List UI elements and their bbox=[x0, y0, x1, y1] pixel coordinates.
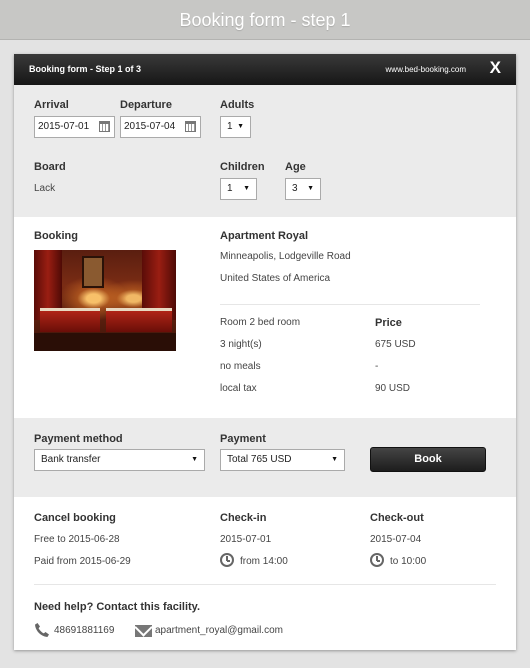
divider bbox=[220, 304, 480, 305]
phone-icon bbox=[35, 623, 49, 637]
age-value: 3 bbox=[292, 183, 298, 194]
line-item: no meals bbox=[220, 361, 261, 372]
free-cancel-text: Free to 2015-06-28 bbox=[34, 534, 120, 545]
line-price: - bbox=[375, 361, 379, 372]
checkout-label: Check-out bbox=[370, 512, 424, 524]
price-heading: Price bbox=[375, 317, 402, 329]
checkin-date: 2015-07-01 bbox=[220, 534, 272, 545]
payment-section: Payment method Bank transfer ▼ Payment T… bbox=[14, 418, 516, 497]
checkin-label: Check-in bbox=[220, 512, 267, 524]
address-line2: United States of America bbox=[220, 273, 331, 284]
calendar-icon[interactable] bbox=[99, 121, 110, 132]
clock-icon bbox=[370, 553, 384, 567]
mail-icon bbox=[135, 625, 152, 637]
age-select[interactable]: 3 ▼ bbox=[285, 178, 321, 200]
payment-method-value: Bank transfer bbox=[41, 454, 101, 465]
divider bbox=[34, 584, 496, 585]
payment-method-label: Payment method bbox=[34, 433, 123, 445]
contact-email[interactable]: apartment_royal@gmail.com bbox=[155, 625, 283, 636]
cancel-heading: Cancel booking bbox=[34, 512, 116, 524]
line-item: Room 2 bed room bbox=[220, 317, 301, 328]
address-line1: Minneapolis, Lodgeville Road bbox=[220, 251, 351, 262]
adults-select[interactable]: 1 ▼ bbox=[220, 116, 251, 138]
chevron-down-icon: ▼ bbox=[191, 456, 198, 463]
contact-phone[interactable]: 48691881169 bbox=[54, 625, 114, 636]
board-label: Board bbox=[34, 161, 66, 173]
booking-section: Booking Apartment Royal Minneapolis, Lod… bbox=[14, 217, 516, 418]
departure-date-input[interactable]: 2015-07-04 bbox=[120, 116, 201, 138]
adults-value: 1 bbox=[227, 121, 233, 132]
checkout-time: to 10:00 bbox=[390, 556, 427, 567]
page-header: Booking form - step 1 bbox=[0, 0, 530, 40]
close-icon[interactable]: X bbox=[490, 58, 501, 78]
departure-date-value: 2015-07-04 bbox=[124, 121, 176, 132]
payment-method-select[interactable]: Bank transfer ▼ bbox=[34, 449, 205, 471]
paid-cancel-text: Paid from 2015-06-29 bbox=[34, 556, 131, 567]
payment-select[interactable]: Total 765 USD ▼ bbox=[220, 449, 345, 471]
payment-value: Total 765 USD bbox=[227, 454, 292, 465]
arrival-date-input[interactable]: 2015-07-01 bbox=[34, 116, 115, 138]
chevron-down-icon: ▼ bbox=[237, 123, 244, 130]
departure-label: Departure bbox=[120, 99, 172, 111]
children-label: Children bbox=[220, 161, 265, 173]
apartment-photo bbox=[34, 250, 176, 351]
site-link[interactable]: www.bed-booking.com bbox=[386, 54, 466, 85]
children-value: 1 bbox=[227, 183, 233, 194]
modal-title-bar: Booking form - Step 1 of 3 www.bed-booki… bbox=[14, 54, 516, 85]
age-label: Age bbox=[285, 161, 306, 173]
arrival-date-value: 2015-07-01 bbox=[38, 121, 90, 132]
adults-label: Adults bbox=[220, 99, 255, 111]
booking-heading: Booking bbox=[34, 230, 78, 242]
line-price: 90 USD bbox=[375, 383, 411, 394]
book-button[interactable]: Book bbox=[370, 447, 486, 472]
policy-section: Cancel booking Free to 2015-06-28 Paid f… bbox=[14, 497, 516, 650]
checkin-time: from 14:00 bbox=[240, 556, 288, 567]
property-name: Apartment Royal bbox=[220, 230, 309, 242]
page-title: Booking form - step 1 bbox=[179, 10, 351, 30]
contact-heading: Need help? Contact this facility. bbox=[34, 601, 201, 613]
board-value: Lack bbox=[34, 183, 56, 194]
chevron-down-icon: ▼ bbox=[331, 456, 338, 463]
modal-title: Booking form - Step 1 of 3 bbox=[29, 64, 142, 74]
chevron-down-icon: ▼ bbox=[307, 185, 314, 192]
checkout-date: 2015-07-04 bbox=[370, 534, 422, 545]
clock-icon bbox=[220, 553, 234, 567]
line-item: local tax bbox=[220, 383, 257, 394]
chevron-down-icon: ▼ bbox=[243, 185, 250, 192]
booking-modal: Booking form - Step 1 of 3 www.bed-booki… bbox=[14, 54, 516, 650]
arrival-label: Arrival bbox=[34, 99, 69, 111]
payment-label: Payment bbox=[220, 433, 266, 445]
line-item: 3 night(s) bbox=[220, 339, 262, 350]
line-price: 675 USD bbox=[375, 339, 416, 350]
children-select[interactable]: 1 ▼ bbox=[220, 178, 257, 200]
calendar-icon[interactable] bbox=[185, 121, 196, 132]
dates-section: Arrival 2015-07-01 Departure 2015-07-04 … bbox=[14, 85, 516, 217]
